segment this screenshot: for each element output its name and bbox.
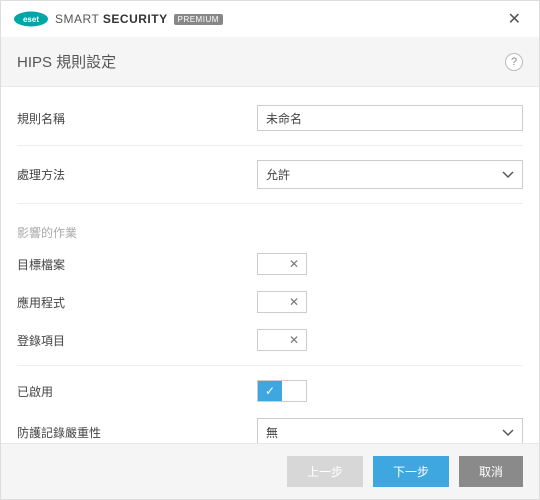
severity-select-value: 無 — [266, 424, 278, 441]
label-registry: 登錄項目 — [17, 332, 257, 349]
severity-select[interactable]: 無 — [257, 418, 523, 443]
brand-text: SMART SECURITY — [55, 12, 168, 26]
divider — [17, 365, 523, 366]
close-button[interactable]: ✕ — [502, 7, 527, 31]
dialog-footer: 上一步 下一步 取消 — [1, 443, 539, 499]
enabled-toggle[interactable]: ✓ — [257, 380, 307, 402]
label-target-files: 目標檔案 — [17, 256, 257, 273]
label-rule-name: 規則名稱 — [17, 110, 257, 127]
row-rule-name: 規則名稱 — [17, 97, 523, 139]
brand-name-light: SMART — [55, 12, 99, 26]
cross-icon: ✕ — [282, 292, 306, 312]
row-enabled: 已啟用 ✓ — [17, 372, 523, 410]
next-button[interactable]: 下一步 — [373, 456, 449, 487]
applications-toggle[interactable]: ✕ — [257, 291, 307, 313]
cross-icon: ✕ — [282, 330, 306, 350]
dialog-window: eset SMART SECURITY PREMIUM ✕ HIPS 規則設定 … — [0, 0, 540, 500]
eset-logo-icon: eset — [13, 11, 49, 27]
help-icon: ? — [511, 56, 517, 68]
label-severity: 防護記錄嚴重性 — [17, 424, 257, 441]
chevron-down-icon — [502, 168, 514, 182]
row-applications: 應用程式 ✕ — [17, 283, 523, 321]
row-severity: 防護記錄嚴重性 無 — [17, 410, 523, 443]
brand-badge: PREMIUM — [174, 14, 223, 25]
label-action: 處理方法 — [17, 166, 257, 183]
label-applications: 應用程式 — [17, 294, 257, 311]
brand: eset SMART SECURITY PREMIUM — [13, 11, 223, 27]
target-files-toggle[interactable]: ✕ — [257, 253, 307, 275]
form-content: 規則名稱 處理方法 允許 影響的作業 目標檔案 — [1, 87, 539, 443]
brand-name-bold: SECURITY — [103, 12, 168, 26]
check-icon: ✓ — [258, 381, 282, 401]
action-select[interactable]: 允許 — [257, 160, 523, 189]
divider — [17, 145, 523, 146]
close-icon: ✕ — [508, 11, 521, 28]
row-registry: 登錄項目 ✕ — [17, 321, 523, 359]
dialog-header: HIPS 規則設定 ? — [1, 37, 539, 87]
registry-toggle[interactable]: ✕ — [257, 329, 307, 351]
divider — [17, 203, 523, 204]
svg-text:eset: eset — [23, 15, 39, 24]
toggle-left — [258, 254, 282, 274]
toggle-left — [258, 330, 282, 350]
label-enabled: 已啟用 — [17, 383, 257, 400]
cross-icon: ✕ — [282, 254, 306, 274]
toggle-left — [258, 292, 282, 312]
help-button[interactable]: ? — [505, 53, 523, 71]
titlebar: eset SMART SECURITY PREMIUM ✕ — [1, 1, 539, 37]
row-target-files: 目標檔案 ✕ — [17, 245, 523, 283]
section-affected-label: 影響的作業 — [17, 210, 523, 245]
toggle-right — [282, 381, 306, 401]
rule-name-input[interactable] — [257, 105, 523, 131]
page-title: HIPS 規則設定 — [17, 51, 116, 72]
cancel-button[interactable]: 取消 — [459, 456, 523, 487]
back-button[interactable]: 上一步 — [287, 456, 363, 487]
chevron-down-icon — [502, 426, 514, 440]
action-select-value: 允許 — [266, 166, 290, 183]
row-action: 處理方法 允許 — [17, 152, 523, 197]
